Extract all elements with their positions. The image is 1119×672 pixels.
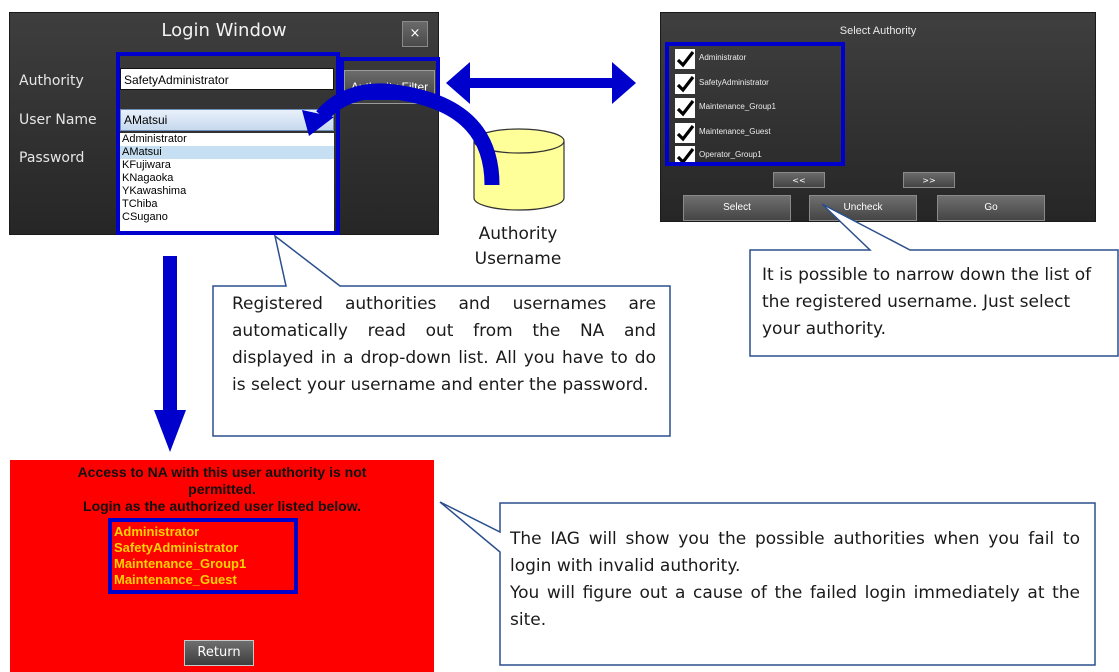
username-list-highlight — [116, 52, 340, 235]
error-callout-line: The IAG will show you the possible autho… — [510, 529, 1080, 576]
filter-callout-text: It is possible to narrow down the list o… — [762, 265, 1092, 339]
database-label: Authority Username — [470, 222, 566, 272]
curved-arrow-icon — [316, 83, 500, 186]
down-arrow-icon — [154, 256, 186, 452]
error-callout-text: The IAG will show you the possible autho… — [510, 526, 1080, 634]
authority-checklist-highlight — [665, 42, 845, 166]
error-callout-line: You will figure out a cause of the faile… — [510, 583, 1080, 630]
database-label-line: Authority — [478, 224, 558, 244]
authority-filter-highlight — [340, 57, 440, 100]
database-label-line: Username — [474, 249, 562, 269]
permitted-authorities-highlight — [108, 518, 298, 594]
dropdown-callout-text: Registered authorities and usernames are… — [232, 294, 656, 395]
double-arrow-icon — [446, 62, 636, 104]
